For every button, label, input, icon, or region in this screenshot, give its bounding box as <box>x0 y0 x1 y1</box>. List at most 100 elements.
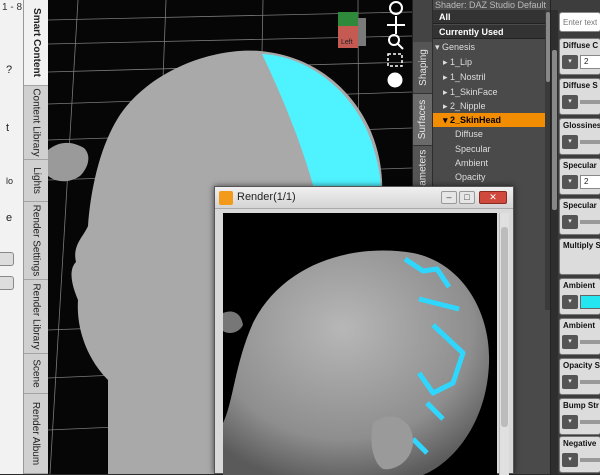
tree-row-genesis[interactable]: ▾ Genesis <box>433 40 545 54</box>
tree-row-skinface[interactable]: ▸ 1_SkinFace <box>433 85 545 99</box>
prop-specular-color[interactable]: Specular ▾ 2 <box>559 158 600 195</box>
maximize-button[interactable]: □ <box>459 191 475 204</box>
prop-slider[interactable] <box>580 380 600 384</box>
menu-icon[interactable]: ▾ <box>562 415 578 429</box>
tree-row-opacity[interactable]: Opacity <box>433 170 545 184</box>
menu-icon[interactable]: ▾ <box>562 135 578 149</box>
menu-icon[interactable]: ▾ <box>562 215 578 229</box>
tab-scene[interactable]: Scene <box>24 354 48 394</box>
prop-label: Bump Str <box>563 401 599 410</box>
pane-text-3: lo <box>6 176 14 186</box>
prop-specular-strength[interactable]: Specular ▾ <box>559 198 600 235</box>
minimize-button[interactable]: ‒ <box>441 191 457 204</box>
menu-icon[interactable]: ▾ <box>562 375 578 389</box>
prop-opacity-strength[interactable]: Opacity S ▾ <box>559 358 600 395</box>
tree-row-lip[interactable]: ▸ 1_Lip <box>433 55 545 69</box>
prop-value[interactable]: 2 <box>580 55 600 69</box>
tab-shaping[interactable]: Shaping <box>413 42 433 94</box>
tree-row-nipple[interactable]: ▸ 2_Nipple <box>433 99 545 113</box>
pane-text-2: t <box>6 122 10 134</box>
prop-label: Specular <box>563 201 597 210</box>
props-scroll-thumb[interactable] <box>552 50 557 210</box>
tree-row-specular[interactable]: Specular <box>433 142 545 156</box>
prop-label: Diffuse C <box>563 41 599 50</box>
props-scrollbar[interactable] <box>551 10 558 474</box>
tab-render-album[interactable]: Render Album <box>24 394 48 474</box>
prop-glossiness[interactable]: Glossines ▾ <box>559 118 600 155</box>
render-scrollbar[interactable] <box>499 213 509 475</box>
prop-slider[interactable] <box>580 458 600 462</box>
menu-icon[interactable]: ▾ <box>562 55 578 69</box>
reset-icon[interactable] <box>387 72 403 88</box>
tab-label: Render Album <box>30 401 42 466</box>
tab-content-library[interactable]: Content Library <box>24 86 48 160</box>
prop-negative-bump[interactable]: Negative ▾ <box>559 436 600 473</box>
tab-label: Render Settings <box>30 204 42 277</box>
close-button[interactable]: ✕ <box>479 191 507 204</box>
prop-label: Ambient <box>563 281 595 290</box>
shader-label: Shader: DAZ Studio Default <box>435 0 547 10</box>
tab-render-settings[interactable]: Render Settings <box>24 202 48 280</box>
prop-label: Negative <box>563 439 597 448</box>
menu-icon[interactable]: ▾ <box>562 453 578 467</box>
prop-label: Glossines <box>563 121 600 130</box>
frame-icon[interactable] <box>387 53 403 67</box>
tree-row-nostril[interactable]: ▸ 1_Nostril <box>433 70 545 84</box>
prop-diffuse-strength[interactable]: Diffuse S ▾ <box>559 78 600 115</box>
tab-lights[interactable]: Lights <box>24 160 48 202</box>
pane-text-1: ? <box>6 64 13 76</box>
viewport-nav <box>387 1 405 88</box>
zoom-icon[interactable] <box>388 34 404 50</box>
prop-ambient-color[interactable]: Ambient ▾ <box>559 278 600 315</box>
tree-row-diffuse[interactable]: Diffuse <box>433 127 545 141</box>
tree-row-currently-used[interactable]: Currently Used <box>433 25 545 39</box>
prop-slider[interactable] <box>580 420 600 424</box>
hand-model <box>48 142 89 182</box>
left-edge-pane: 1 - 8 ? t lo e <box>0 0 24 474</box>
prop-slider[interactable] <box>580 140 600 144</box>
prop-label: Multiply S <box>563 241 600 250</box>
menu-icon[interactable]: ▾ <box>562 335 578 349</box>
tab-smart-content[interactable]: Smart Content <box>24 0 48 86</box>
prop-label: Opacity S <box>563 361 600 370</box>
tree-row-skinhead[interactable]: ▾ 2_SkinHead <box>433 113 545 127</box>
tab-label: Render Library <box>30 283 42 350</box>
tab-label: Surfaces <box>417 99 429 140</box>
tab-render-library[interactable]: Render Library <box>24 280 48 354</box>
menu-icon[interactable]: ▾ <box>562 295 578 309</box>
tab-label: Scene <box>30 359 42 388</box>
prop-slider[interactable] <box>580 220 600 224</box>
tab-label: Smart Content <box>30 8 42 77</box>
pane-title: 1 - 8 <box>2 2 23 13</box>
ambient-color-swatch[interactable] <box>580 295 600 309</box>
render-scroll-thumb[interactable] <box>501 227 508 427</box>
left-tab-bar: Smart Content Content Library Lights Ren… <box>24 0 48 474</box>
tab-label: Lights <box>30 167 42 194</box>
tree-row-ambient[interactable]: Ambient <box>433 156 545 170</box>
tab-surfaces[interactable]: Surfaces <box>413 94 433 146</box>
pan-icon[interactable] <box>387 16 405 34</box>
tab-label: Content Library <box>30 88 42 157</box>
render-hand <box>223 311 243 333</box>
tree-row-all[interactable]: All <box>433 10 545 24</box>
prop-label: Ambient <box>563 321 595 330</box>
prop-slider[interactable] <box>580 100 600 104</box>
tab-label: Shaping <box>417 49 429 86</box>
pane-button-2[interactable] <box>0 276 14 290</box>
prop-label: Specular <box>563 161 597 170</box>
render-window: Render(1/1) ‒ □ ✕ <box>214 186 514 475</box>
prop-multiply-specular[interactable]: Multiply S <box>559 238 600 275</box>
render-titlebar[interactable]: Render(1/1) ‒ □ ✕ <box>215 187 513 209</box>
filter-input[interactable] <box>559 12 600 32</box>
prop-slider[interactable] <box>580 340 600 344</box>
prop-ambient-strength[interactable]: Ambient ▾ <box>559 318 600 355</box>
view-cube[interactable]: Left <box>338 12 366 48</box>
menu-icon[interactable]: ▾ <box>562 175 578 189</box>
render-canvas <box>223 213 497 475</box>
menu-icon[interactable]: ▾ <box>562 95 578 109</box>
prop-value[interactable]: 2 <box>580 175 600 189</box>
prop-diffuse-color[interactable]: Diffuse C ▾ 2 <box>559 38 600 75</box>
prop-bump-strength[interactable]: Bump Str ▾ <box>559 398 600 435</box>
pane-button-1[interactable] <box>0 252 14 266</box>
render-image <box>223 250 490 475</box>
